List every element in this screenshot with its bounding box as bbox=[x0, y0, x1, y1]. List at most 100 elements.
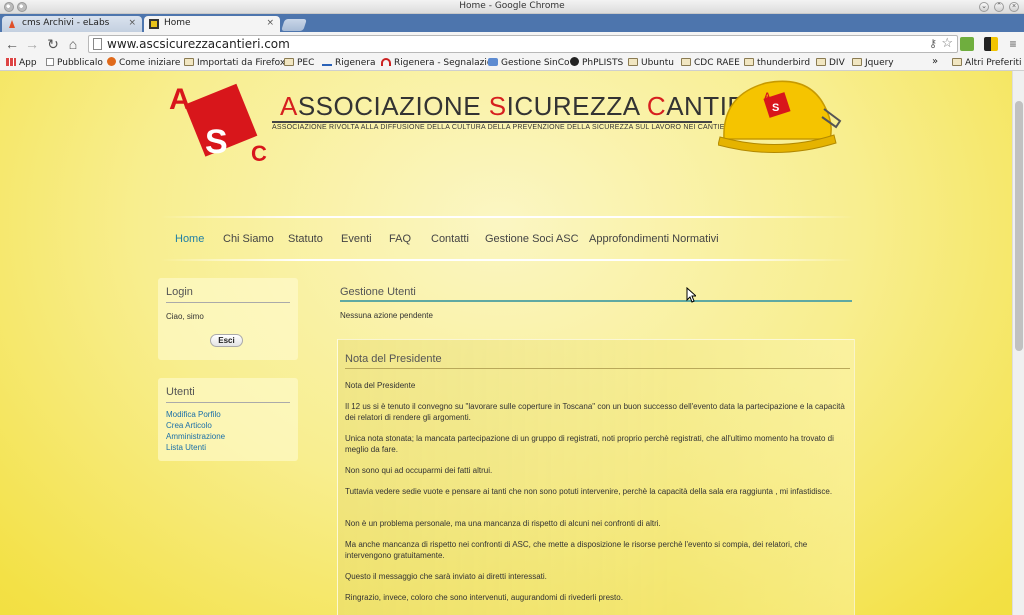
title-word: SSOCIAZIONE bbox=[297, 91, 489, 121]
bookmark-label: PEC bbox=[297, 58, 315, 68]
nav-home[interactable]: Home bbox=[175, 233, 204, 245]
extension-icon[interactable] bbox=[984, 37, 998, 51]
link-crea-articolo[interactable]: Crea Articolo bbox=[166, 421, 212, 430]
nav-gestione-soci[interactable]: Gestione Soci ASC bbox=[485, 233, 579, 245]
logo-letter-s: S bbox=[205, 123, 228, 161]
users-title: Utenti bbox=[166, 386, 195, 398]
folder-icon bbox=[284, 58, 294, 66]
svg-text:A: A bbox=[764, 91, 771, 101]
folder-icon bbox=[744, 58, 754, 66]
users-box: Utenti Modifica Porfilo Crea Articolo Am… bbox=[158, 378, 298, 461]
bookmark-label: Altri Preferiti bbox=[965, 58, 1022, 68]
note-paragraph: Tuttavia vedere sedie vuote e pensare ai… bbox=[345, 487, 833, 496]
bookmark-folder-ubuntu[interactable]: Ubuntu bbox=[628, 57, 674, 70]
tab-close-icon[interactable]: × bbox=[128, 16, 136, 31]
nav-eventi[interactable]: Eventi bbox=[341, 233, 372, 245]
chat-extension-icon[interactable] bbox=[960, 37, 974, 51]
app-icon bbox=[488, 58, 498, 66]
nav-approfondimenti[interactable]: Approfondimenti Normativi bbox=[589, 233, 719, 245]
url-text[interactable]: www.ascsicurezzacantieri.com bbox=[107, 37, 290, 51]
bookmark-folder-cdc-raee[interactable]: CDC RAEE bbox=[681, 57, 740, 70]
new-tab-button[interactable] bbox=[281, 19, 307, 31]
gestione-utenti-divider bbox=[340, 300, 852, 302]
page-scrollbar[interactable] bbox=[1012, 71, 1024, 615]
folder-icon bbox=[184, 58, 194, 66]
bookmark-label: Come iniziare bbox=[119, 58, 181, 68]
minimize-icon[interactable]: ⌄ bbox=[979, 2, 989, 12]
gestione-utenti-title: Gestione Utenti bbox=[340, 286, 416, 298]
phplist-icon bbox=[570, 57, 579, 66]
bookmark-label: Importati da Firefox bbox=[197, 58, 286, 68]
wave-icon bbox=[322, 60, 332, 66]
reload-icon[interactable]: ↻ bbox=[45, 36, 61, 52]
bookmarks-overflow-chevron[interactable]: » bbox=[932, 56, 938, 67]
nav-statuto[interactable]: Statuto bbox=[288, 233, 323, 245]
maximize-icon[interactable]: ⌃ bbox=[994, 2, 1004, 12]
bookmark-folder-importati[interactable]: Importati da Firefox bbox=[184, 57, 285, 70]
page-icon bbox=[93, 38, 102, 50]
bookmark-label: thunderbird bbox=[757, 58, 811, 68]
close-window-icon[interactable]: × bbox=[1009, 2, 1019, 12]
folder-icon bbox=[681, 58, 691, 66]
bookmark-label: App bbox=[19, 58, 37, 68]
asc-logo[interactable]: A S C bbox=[165, 77, 275, 165]
tab-cms-archivi[interactable]: cms Archivi - eLabs × bbox=[2, 16, 142, 32]
bookmark-folder-altri-preferiti[interactable]: Altri Preferiti bbox=[952, 57, 1022, 70]
login-title: Login bbox=[166, 286, 193, 298]
bookmark-star-icon[interactable]: ☆ bbox=[941, 35, 953, 51]
logo-letter-a: A bbox=[169, 83, 191, 116]
bookmark-phplists[interactable]: PhPLISTS bbox=[570, 57, 623, 70]
bookmarks-bar: App Pubblicalo Come iniziare Importati d… bbox=[0, 56, 1024, 71]
note-paragraph: Non è un problema personale, ma una manc… bbox=[345, 519, 661, 528]
bookmark-folder-pec[interactable]: PEC bbox=[284, 57, 314, 70]
logo-letter-c: C bbox=[251, 141, 267, 165]
window-title: Home - Google Chrome bbox=[459, 1, 565, 11]
home-favicon-icon bbox=[149, 19, 159, 29]
forward-icon[interactable]: → bbox=[24, 36, 40, 52]
back-icon[interactable]: ← bbox=[4, 36, 20, 52]
users-divider bbox=[166, 402, 290, 403]
bookmark-label: Pubblicalo bbox=[57, 58, 103, 68]
bookmark-gestione-sinco[interactable]: Gestione SinCo bbox=[488, 57, 570, 70]
bookmark-rigenera-segnalazio[interactable]: Rigenera - Segnalazio bbox=[381, 57, 492, 70]
nav-faq[interactable]: FAQ bbox=[389, 233, 411, 245]
browser-toolbar: ← → ↻ ⌂ www.ascsicurezzacantieri.com ⚷ ☆… bbox=[0, 32, 1024, 56]
address-bar[interactable]: www.ascsicurezzacantieri.com ⚷ ☆ bbox=[88, 35, 958, 53]
bookmark-label: Jquery bbox=[865, 58, 894, 68]
title-initial-a: A bbox=[280, 91, 298, 121]
login-greeting: Ciao, simo bbox=[166, 312, 204, 321]
logout-button[interactable]: Esci bbox=[210, 334, 243, 347]
tab-close-icon[interactable]: × bbox=[266, 16, 274, 31]
bookmark-rigenera[interactable]: Rigenera bbox=[322, 57, 375, 70]
bookmark-pubblicalo[interactable]: Pubblicalo bbox=[46, 57, 103, 70]
note-paragraph: Unica nota stonata; la mancata partecipa… bbox=[345, 434, 834, 454]
bookmark-come-iniziare[interactable]: Come iniziare bbox=[107, 57, 180, 70]
title-divider bbox=[272, 121, 712, 123]
bookmark-label: DIV bbox=[829, 58, 845, 68]
bookmark-label: Rigenera bbox=[335, 58, 376, 68]
link-lista-utenti[interactable]: Lista Utenti bbox=[166, 443, 206, 452]
bookmark-label: Ubuntu bbox=[641, 58, 674, 68]
scrollbar-thumb[interactable] bbox=[1015, 101, 1023, 351]
link-modifica-profilo[interactable]: Modifica Porfilo bbox=[166, 410, 221, 419]
apps-grid-icon bbox=[6, 58, 16, 66]
bookmark-folder-div[interactable]: DIV bbox=[816, 57, 845, 70]
note-paragraph: Ma anche mancanza di rispetto nei confro… bbox=[345, 540, 808, 560]
folder-icon bbox=[816, 58, 826, 66]
key-icon[interactable]: ⚷ bbox=[929, 37, 937, 50]
title-initial-c: C bbox=[646, 91, 667, 121]
nav-contatti[interactable]: Contatti bbox=[431, 233, 469, 245]
tab-home[interactable]: Home × bbox=[144, 16, 280, 32]
elabs-favicon-icon bbox=[9, 20, 15, 28]
bookmark-folder-jquery[interactable]: Jquery bbox=[852, 57, 894, 70]
chrome-menu-icon[interactable]: ≡ bbox=[1005, 36, 1021, 52]
title-initial-s: S bbox=[488, 91, 507, 121]
nav-top-divider bbox=[160, 216, 855, 218]
bookmark-app[interactable]: App bbox=[6, 57, 37, 70]
site-title: ASSOCIAZIONE SICUREZZA CANTIERI bbox=[280, 91, 772, 122]
link-amministrazione[interactable]: Amministrazione bbox=[166, 432, 225, 441]
bookmark-folder-thunderbird[interactable]: thunderbird bbox=[744, 57, 810, 70]
nav-chi-siamo[interactable]: Chi Siamo bbox=[223, 233, 274, 245]
mouse-cursor-icon bbox=[686, 287, 696, 303]
home-icon[interactable]: ⌂ bbox=[65, 36, 81, 52]
